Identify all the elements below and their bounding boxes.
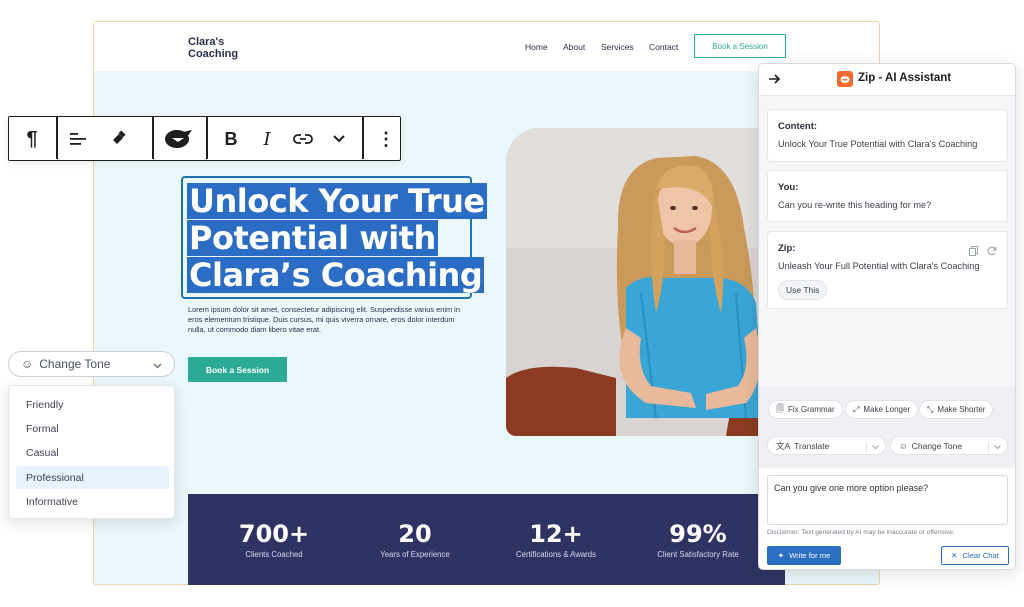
chevron-down-icon[interactable] <box>326 126 352 152</box>
assistant-change-tone-label: Change Tone <box>911 440 963 451</box>
close-icon: ✕ <box>951 551 958 560</box>
nav-about[interactable]: About <box>563 42 585 52</box>
hero-book-session-button[interactable]: Book a Session <box>188 357 287 382</box>
paragraph-block-icon[interactable]: ¶ <box>19 126 45 152</box>
fix-grammar-button[interactable]: 🗐 Fix Grammar <box>768 400 843 419</box>
woman-portrait-illustration <box>506 128 786 436</box>
heading-line-1[interactable]: Unlock Your True <box>187 183 487 219</box>
smiley-icon: ☺ <box>899 440 908 451</box>
toolbar-divider <box>152 117 154 159</box>
you-text: Can you re-write this heading for me? <box>778 200 932 210</box>
stat-clients-number: 700+ <box>238 520 310 548</box>
ai-disclaimer: Disclaimer: Text generated by AI may be … <box>767 529 955 536</box>
zip-logo-icon <box>837 71 853 87</box>
tone-options-menu: Friendly Formal Casual Professional Info… <box>8 385 175 519</box>
toolbar-divider <box>362 117 364 159</box>
clear-chat-button[interactable]: ✕ Clear Chat <box>941 546 1009 565</box>
hero-photo <box>506 128 786 436</box>
change-tone-label: Change Tone <box>39 357 111 371</box>
smiley-icon: ☺ <box>21 357 34 371</box>
nav-services[interactable]: Services <box>601 42 634 52</box>
zip-ai-icon[interactable] <box>161 126 195 152</box>
tone-option-casual[interactable]: Casual <box>16 441 169 464</box>
sparkle-icon: ✦ <box>777 551 785 560</box>
you-label: You: <box>778 182 799 193</box>
clear-chat-label: Clear Chat <box>962 551 999 560</box>
assistant-change-tone-select[interactable]: ☺ Change Tone <box>890 436 1008 455</box>
stat-satisfaction-label: Client Satisfactory Rate <box>657 550 739 559</box>
stat-satisfaction-number: 99% <box>669 520 727 548</box>
nav-contact[interactable]: Contact <box>649 42 678 52</box>
translate-icon: 文A <box>776 440 791 451</box>
make-shorter-button[interactable]: ⤡ Make Shorter <box>919 400 994 419</box>
tone-option-friendly[interactable]: Friendly <box>16 393 169 416</box>
change-tone-select[interactable]: ☺ Change Tone <box>8 351 175 377</box>
align-icon[interactable] <box>65 126 91 152</box>
stat-years-number: 20 <box>398 520 432 548</box>
nav-home[interactable]: Home <box>525 42 548 52</box>
bold-button[interactable]: B <box>218 126 244 152</box>
assistant-header: Zip - AI Assistant <box>759 64 1015 96</box>
zip-response-text: Unleash Your Full Potential with Clara's… <box>778 261 980 271</box>
content-card: Content: Unlock Your True Potential with… <box>767 109 1008 162</box>
expand-icon: ⤢ <box>853 404 860 414</box>
stat-certifications-label: Certifications & Awards <box>515 550 597 559</box>
assistant-actions-area <box>759 386 1015 470</box>
chevron-down-icon <box>153 358 162 372</box>
chevron-down-icon <box>866 442 879 452</box>
tone-option-professional[interactable]: Professional <box>16 466 169 489</box>
assistant-title: Zip - AI Assistant <box>858 72 952 84</box>
link-icon[interactable] <box>290 126 316 152</box>
chat-input[interactable]: Can you give one more option please? <box>767 475 1008 525</box>
write-for-me-button[interactable]: ✦ Write for me <box>767 546 841 565</box>
user-message-card: You: Can you re-write this heading for m… <box>767 170 1008 222</box>
tone-option-formal[interactable]: Formal <box>16 417 169 440</box>
highlighter-icon[interactable] <box>105 126 131 152</box>
stat-years-label: Years of Experience <box>380 550 450 559</box>
collapse-icon: ⤡ <box>927 404 934 414</box>
zip-response-card: Zip: Unleash Your Full Potential with Cl… <box>767 231 1008 309</box>
site-logo[interactable]: Clara's Coaching <box>188 36 238 60</box>
fix-grammar-label: Fix Grammar <box>788 405 835 414</box>
heading-line-2[interactable]: Potential with <box>187 220 438 256</box>
use-this-button[interactable]: Use This <box>778 280 828 300</box>
make-longer-button[interactable]: ⤢ Make Longer <box>845 400 919 419</box>
chevron-down-icon <box>988 442 1001 452</box>
stats-section: 700+ Clients Coached 20 Years of Experie… <box>188 494 785 585</box>
copy-icon[interactable] <box>969 243 978 261</box>
toolbar-divider <box>56 117 58 159</box>
zip-label: Zip: <box>778 243 796 254</box>
regenerate-icon[interactable] <box>987 243 997 261</box>
toolbar-divider <box>206 117 208 159</box>
make-shorter-label: Make Shorter <box>937 405 986 414</box>
logo-line-1: Clara's <box>188 36 225 48</box>
stat-certifications-number: 12+ <box>529 520 583 548</box>
content-text: Unlock Your True Potential with Clara's … <box>778 139 978 149</box>
content-label: Content: <box>778 121 818 132</box>
heading-line-3[interactable]: Clara’s Coaching <box>187 257 485 293</box>
arrow-right-icon[interactable] <box>768 72 781 90</box>
translate-label: Translate <box>794 440 830 451</box>
write-for-me-label: Write for me <box>789 551 831 560</box>
nav-book-session-button[interactable]: Book a Session <box>694 34 786 58</box>
stat-clients-label: Clients Coached <box>245 550 303 559</box>
ai-assistant-panel: Zip - AI Assistant Content: Unlock Your … <box>758 63 1016 570</box>
hero-paragraph: Lorem ipsum dolor sit amet, consectetur … <box>188 305 460 334</box>
make-longer-label: Make Longer <box>863 405 911 414</box>
more-options-icon[interactable]: ⋮ <box>373 126 399 152</box>
block-toolbar: ¶ B I ⋮ <box>8 116 401 161</box>
logo-line-2: Coaching <box>188 48 239 60</box>
document-icon: 🗐 <box>776 403 784 413</box>
tone-option-informative[interactable]: Informative <box>16 490 169 513</box>
italic-button[interactable]: I <box>254 126 280 152</box>
translate-select[interactable]: 文A Translate <box>767 436 886 455</box>
